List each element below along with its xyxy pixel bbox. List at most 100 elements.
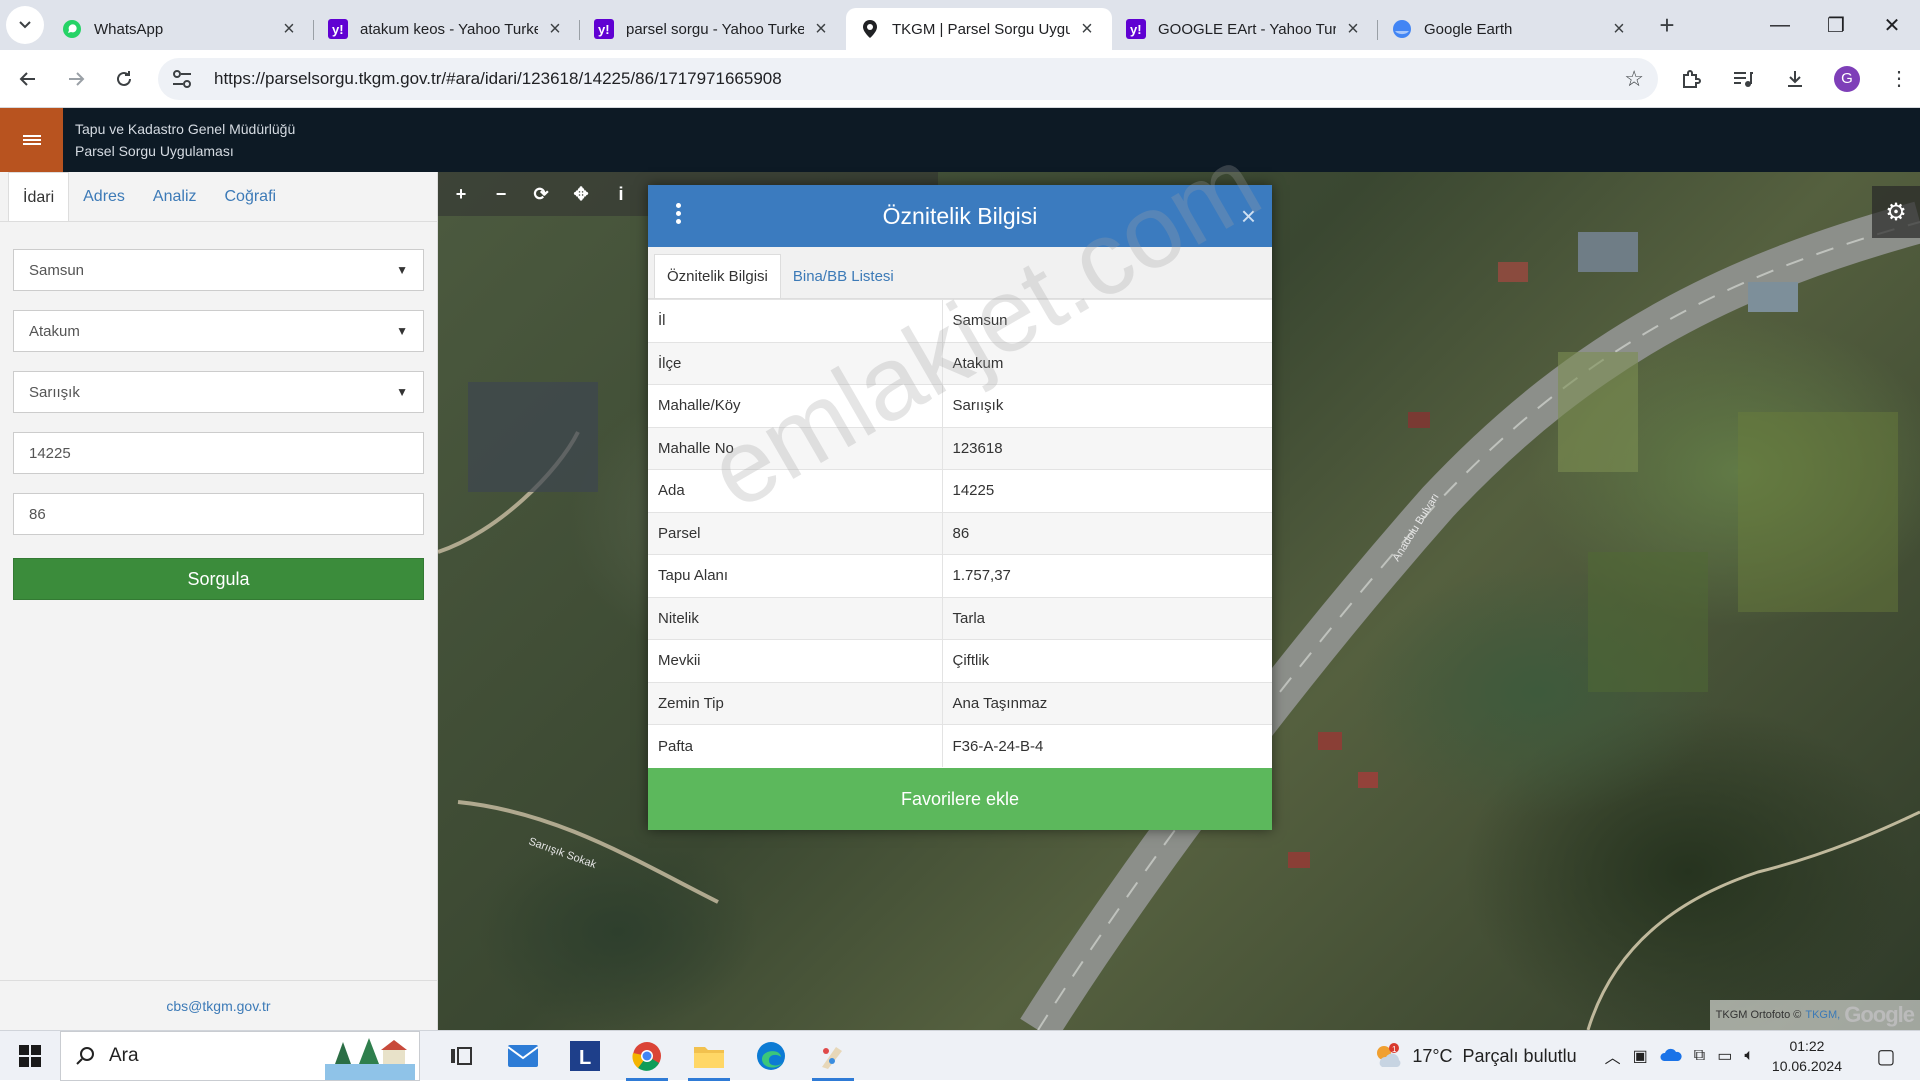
tab-title: TKGM | Parsel Sorgu Uygulaması [892, 20, 1070, 38]
query-button[interactable]: Sorgula [13, 558, 424, 600]
zoom-in-icon[interactable]: + [452, 184, 470, 204]
mail-app-icon[interactable] [492, 1031, 554, 1081]
settings-gear-icon[interactable]: ⚙ [1872, 186, 1920, 238]
table-row: Ada 14225 [648, 469, 1272, 512]
l-app-icon[interactable]: L [554, 1031, 616, 1081]
browser-tab-google-earth[interactable]: Google Earth × [1378, 8, 1644, 50]
browser-tab-parsel-sorgu[interactable]: y! parsel sorgu - Yahoo Turkey × [580, 8, 846, 50]
onedrive-icon[interactable] [1660, 1047, 1682, 1066]
contact-email-link[interactable]: cbs@tkgm.gov.tr [0, 980, 437, 1030]
bookmark-star-icon[interactable]: ☆ [1624, 66, 1644, 92]
block-input[interactable]: 14225 [13, 432, 424, 474]
map-attribution: TKGM Ortofoto © TKGM, Google [1709, 1000, 1920, 1030]
site-info-icon[interactable] [172, 69, 198, 88]
close-tab-icon[interactable]: × [1076, 18, 1098, 40]
webcam-icon[interactable]: ▣ [1633, 1046, 1648, 1066]
province-select[interactable]: Samsun ▼ [13, 249, 424, 291]
chrome-icon[interactable] [616, 1031, 678, 1081]
attr-value: Ana Taşınmaz [942, 681, 1272, 725]
hamburger-menu-button[interactable] [0, 108, 63, 172]
restore-icon[interactable]: ❐ [1808, 0, 1864, 50]
tab-analiz[interactable]: Analiz [139, 172, 211, 221]
weather-widget[interactable]: 1 17°C Parçalı bulutlu [1372, 1043, 1577, 1069]
close-tab-icon[interactable]: × [1608, 18, 1630, 40]
clock[interactable]: 01:22 10.06.2024 [1772, 1036, 1842, 1076]
chevron-down-icon: ▼ [396, 324, 408, 338]
toolbar-icons: G ⋮ [1678, 65, 1912, 92]
add-favorites-button[interactable]: Favorilere ekle [648, 768, 1272, 830]
attribution-link[interactable]: TKGM, [1805, 1009, 1840, 1021]
vertical-dots-icon[interactable] [676, 203, 682, 227]
weather-badge: 1 [1392, 1045, 1397, 1054]
taskbar-apps: L [430, 1031, 864, 1081]
chevron-down-icon: ▼ [396, 263, 408, 277]
tab-cografi[interactable]: Coğrafi [211, 172, 291, 221]
file-explorer-icon[interactable] [678, 1031, 740, 1081]
back-button[interactable] [8, 59, 48, 99]
hamburger-icon [22, 133, 41, 147]
browser-tab-whatsapp[interactable]: WhatsApp × [48, 8, 314, 50]
media-control-icon[interactable] [1730, 66, 1756, 92]
table-row: İlçe Atakum [648, 341, 1272, 385]
table-row: İl Samsun [648, 299, 1272, 342]
tray-icons: ︿ ▣ ⧉ ▭ 🔈︎ [1605, 1044, 1754, 1068]
close-window-icon[interactable]: ✕ [1864, 0, 1920, 50]
attr-value: Çiftlik [942, 639, 1272, 682]
browser-tab-tkgm[interactable]: TKGM | Parsel Sorgu Uygulaması × [846, 8, 1112, 50]
tab-idari[interactable]: İdari [8, 172, 70, 221]
edge-icon[interactable] [740, 1031, 802, 1081]
battery-icon[interactable]: ▭ [1717, 1046, 1732, 1066]
arrow-right-icon [69, 71, 85, 86]
refresh-icon[interactable]: ⟳ [532, 184, 550, 204]
parcel-input[interactable]: 86 [13, 493, 424, 535]
reload-button[interactable] [104, 59, 144, 99]
app-title: Tapu ve Kadastro Genel Müdürlüğü Parsel … [75, 118, 295, 162]
paint-app-icon[interactable] [802, 1031, 864, 1081]
profile-avatar[interactable]: G [1834, 65, 1860, 92]
reload-icon [117, 70, 131, 86]
info-icon[interactable]: i [612, 184, 630, 204]
volume-icon[interactable]: 🔈︎ [1744, 1047, 1754, 1065]
download-icon[interactable] [1782, 66, 1808, 92]
close-icon[interactable]: × [1241, 201, 1256, 232]
task-view-icon[interactable] [430, 1031, 492, 1081]
attr-label: Tapu Alanı [648, 554, 943, 597]
taskbar-search-box[interactable]: Ara [60, 1030, 420, 1081]
close-tab-icon[interactable]: × [1342, 18, 1364, 40]
browser-tab-google-eart[interactable]: y! GOOGLE EArt - Yahoo Turkey × [1112, 8, 1378, 50]
neighborhood-select[interactable]: Sarıışık ▼ [13, 371, 424, 413]
yahoo-icon: y! [594, 19, 614, 39]
chevron-down-icon [19, 21, 31, 29]
attribute-info-modal: Öznitelik Bilgisi × Öznitelik Bilgisi Bi… [648, 185, 1272, 830]
close-tab-icon[interactable]: × [544, 18, 566, 40]
new-tab-button[interactable]: + [1648, 6, 1686, 44]
tab-building-list[interactable]: Bina/BB Listesi [781, 254, 906, 298]
notification-icon[interactable]: ▢ [1866, 1044, 1906, 1069]
attr-value: F36-A-24-B-4 [942, 724, 1272, 767]
close-tab-icon[interactable]: × [810, 18, 832, 40]
address-bar[interactable]: https://parselsorgu.tkgm.gov.tr/#ara/ida… [158, 57, 1658, 100]
more-menu-icon[interactable]: ⋮ [1886, 66, 1912, 92]
weather-text: Parçalı bulutlu [1462, 1045, 1577, 1066]
tab-search-button[interactable] [6, 6, 44, 44]
attr-label: İl [648, 299, 943, 342]
chevron-up-icon[interactable]: ︿ [1605, 1044, 1621, 1068]
google-earth-icon [1392, 19, 1412, 39]
extensions-icon[interactable] [1678, 66, 1704, 92]
close-tab-icon[interactable]: × [278, 18, 300, 40]
screen-share-icon[interactable]: ⧉ [1694, 1047, 1705, 1065]
url-text[interactable]: https://parselsorgu.tkgm.gov.tr/#ara/ida… [214, 69, 1624, 89]
attribution-text: TKGM Ortofoto © [1715, 1009, 1802, 1021]
tab-adres[interactable]: Adres [69, 172, 139, 221]
browser-tab-atakum-keos[interactable]: y! atakum keos - Yahoo Turkey × [314, 8, 580, 50]
attr-label: Mevkii [648, 639, 943, 682]
locate-icon[interactable]: ✥ [572, 184, 590, 204]
district-select[interactable]: Atakum ▼ [13, 310, 424, 352]
start-button[interactable] [0, 1031, 60, 1081]
attr-value: Sarıışık [942, 384, 1272, 427]
modal-tabs: Öznitelik Bilgisi Bina/BB Listesi [648, 247, 1272, 299]
tab-attribute-info[interactable]: Öznitelik Bilgisi [654, 254, 781, 298]
zoom-out-icon[interactable]: − [492, 184, 510, 204]
forward-button[interactable] [56, 59, 96, 99]
minimize-icon[interactable]: — [1752, 0, 1808, 50]
